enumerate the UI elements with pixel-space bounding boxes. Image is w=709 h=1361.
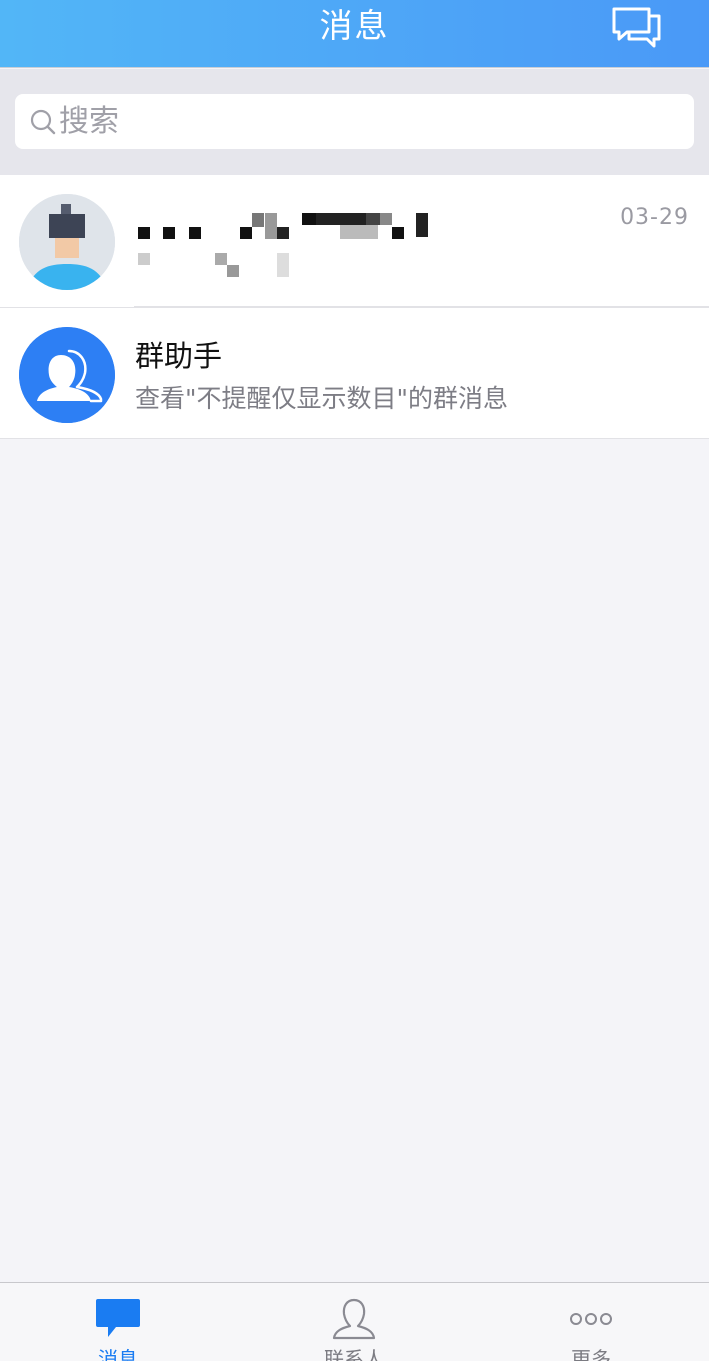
tab-more[interactable]: 更多 [473,1283,709,1361]
contact-icon [330,1297,378,1345]
search-input[interactable] [59,99,659,143]
conversation-list: 03-29 群助手 查看"不提醒仅显示数目"的群消息 [0,175,709,439]
avatar [19,194,115,290]
list-item[interactable]: 03-29 [0,175,709,307]
page-title: 消息 [319,6,390,45]
header-bar: 消息 [0,0,709,68]
search-area [0,69,709,175]
conversation-title: 群助手 [135,339,223,373]
chat-bubbles-icon [612,7,661,48]
tab-label: 联系人 [324,1347,384,1361]
more-icon [569,1311,613,1331]
search-box[interactable] [15,94,694,149]
app-root: 消息 搜索 03-29 群助手 查看"不提醒仅显示数目"的群消息 消息 联系人 … [0,0,709,1361]
search-icon [29,108,57,136]
conversation-preview: 查看"不提醒仅显示数目"的群消息 [135,384,508,413]
tab-messages[interactable]: 消息 [0,1283,236,1361]
list-item[interactable]: 群助手 查看"不提醒仅显示数目"的群消息 [0,307,709,439]
bottom-tab-bar: 消息 联系人 更多 [0,1282,709,1361]
conversation-time: 03-29 [620,205,689,230]
chat-bubbles-button[interactable] [609,4,663,50]
tab-label: 消息 [98,1347,138,1361]
message-icon [94,1297,142,1343]
avatar [19,327,115,423]
tab-contacts[interactable]: 联系人 [236,1283,472,1361]
group-assistant-icon [19,327,115,423]
tab-label: 更多 [571,1347,611,1361]
